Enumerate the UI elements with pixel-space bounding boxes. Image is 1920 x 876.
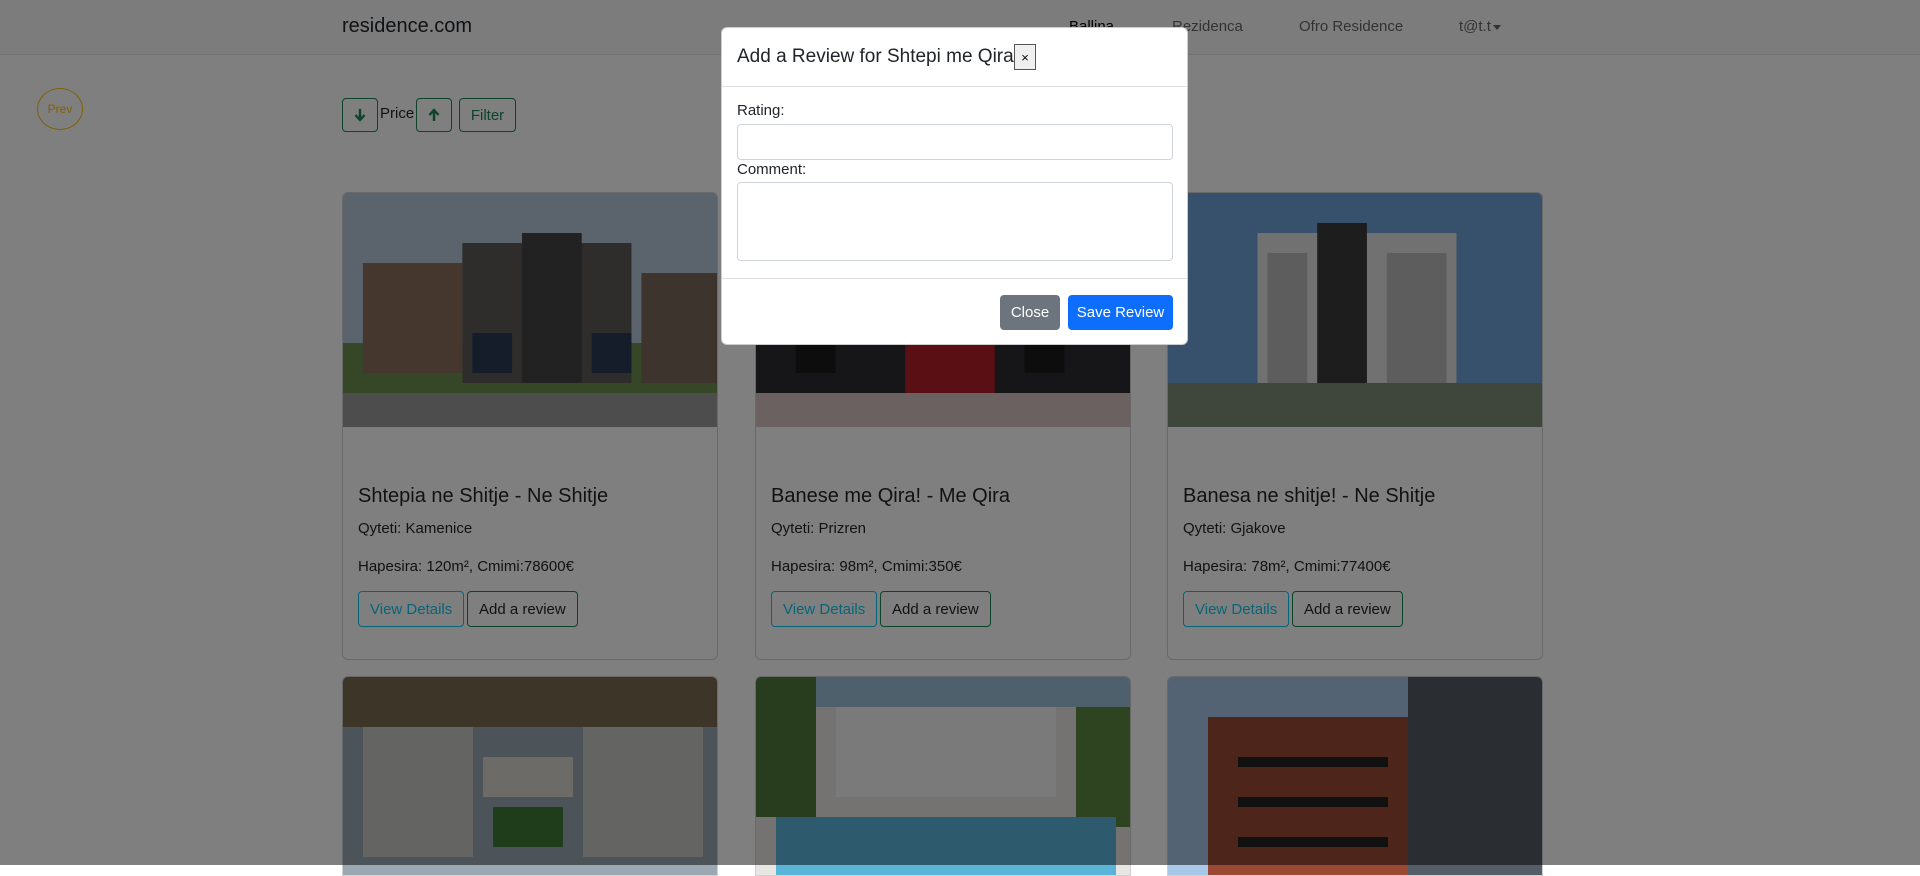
review-modal: Add a Review for Shtepi me Qira × Rating… bbox=[721, 27, 1188, 345]
comment-label: Comment: bbox=[737, 161, 807, 178]
modal-footer: Close Save Review bbox=[722, 278, 1187, 346]
rating-input[interactable] bbox=[737, 124, 1173, 160]
modal-title: Add a Review for Shtepi me Qira bbox=[737, 46, 1014, 67]
close-icon[interactable]: × bbox=[1014, 44, 1036, 70]
save-review-button[interactable]: Save Review bbox=[1068, 295, 1173, 330]
close-button[interactable]: Close bbox=[1000, 295, 1060, 330]
modal-header: Add a Review for Shtepi me Qira × bbox=[722, 28, 1187, 87]
comment-textarea[interactable] bbox=[737, 182, 1173, 261]
rating-label: Rating: bbox=[737, 102, 785, 119]
